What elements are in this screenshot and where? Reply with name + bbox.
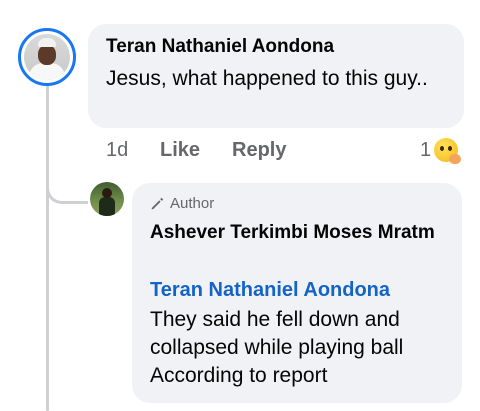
author-badge-label: Author xyxy=(170,195,215,212)
reaction-count: 1 xyxy=(420,138,432,161)
reply-text: They said he fell down and collapsed whi… xyxy=(150,308,404,387)
comment-timestamp[interactable]: 1d xyxy=(106,139,160,162)
comment-author-name[interactable]: Teran Nathaniel Aondona xyxy=(106,36,334,58)
like-button[interactable]: Like xyxy=(160,139,232,162)
comment-bubble: Teran Nathaniel Aondona Jesus, what happ… xyxy=(88,24,464,128)
reply-bubble: Author Ashever Terkimbi Moses Mratm Tera… xyxy=(132,183,462,403)
avatar-photo xyxy=(24,34,70,80)
comment-actions: 1d Like Reply xyxy=(106,139,286,162)
reply-author-avatar[interactable] xyxy=(90,182,124,216)
comment-text: Jesus, what happened to this guy.. xyxy=(106,67,428,90)
thread-line xyxy=(46,78,49,411)
mention-link[interactable]: Teran Nathaniel Aondona xyxy=(150,278,390,302)
hugging-face-emoji-icon xyxy=(434,138,462,164)
pencil-icon xyxy=(151,197,164,209)
reaction-summary[interactable]: 1 xyxy=(420,138,462,164)
reply-button[interactable]: Reply xyxy=(232,139,286,162)
commenter-avatar[interactable] xyxy=(18,28,76,86)
thread-connector xyxy=(46,160,88,204)
author-badge: Author xyxy=(150,195,214,212)
reply-author-name[interactable]: Ashever Terkimbi Moses Mratm xyxy=(150,218,450,247)
